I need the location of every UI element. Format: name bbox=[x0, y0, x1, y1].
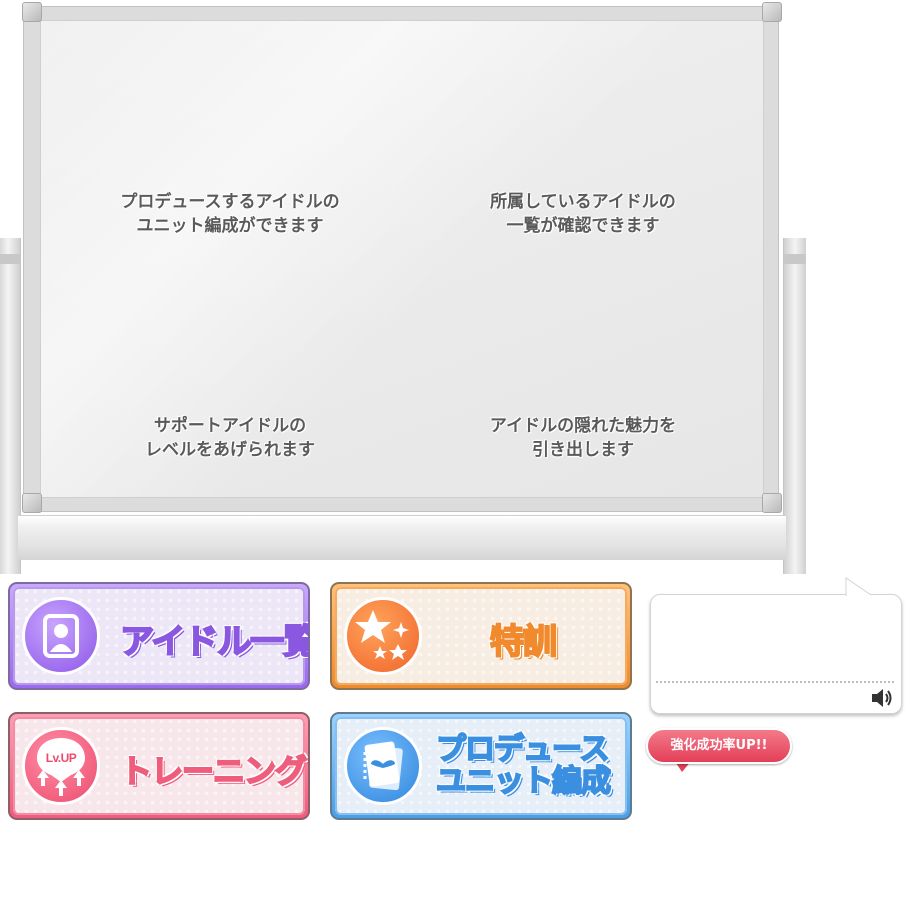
speech-bubble-divider bbox=[656, 681, 894, 683]
unit-description: プロデュースするアイドルの ユニット編成ができます bbox=[80, 190, 380, 238]
level-up-icon-text: Lv.UP bbox=[45, 751, 77, 765]
tokkun-label: 特訓 bbox=[489, 621, 558, 663]
idol-list-description-line1: 所属しているアイドルの bbox=[490, 192, 676, 212]
training-icon-circle: Lv.UP bbox=[22, 727, 100, 805]
wing-notebook-icon bbox=[363, 741, 403, 791]
success-rate-up-badge: 強化成功率UP!! bbox=[646, 728, 792, 764]
idol-list-description-line2: 一覧が確認できます bbox=[506, 216, 660, 236]
level-up-icon bbox=[37, 738, 85, 796]
board-corner-top-left bbox=[22, 2, 42, 22]
training-description: サポートアイドルの レベルをあげられます bbox=[80, 414, 380, 462]
idol-list-button[interactable]: アイドル一覧 bbox=[8, 582, 310, 690]
board-corner-bottom-right bbox=[762, 493, 782, 513]
produce-unit-label-line1: プロデュース bbox=[435, 732, 610, 767]
tokkun-description-line1: アイドルの隠れた魅力を bbox=[489, 416, 677, 436]
tokkun-description-line2: 引き出します bbox=[532, 440, 634, 460]
idol-list-label: アイドル一覧 bbox=[119, 621, 310, 663]
tokkun-description: アイドルの隠れた魅力を 引き出します bbox=[433, 414, 733, 462]
portrait-icon bbox=[43, 614, 79, 658]
board-base bbox=[18, 515, 786, 560]
tokkun-icon-circle bbox=[344, 597, 422, 675]
training-button[interactable]: Lv.UP トレーニング bbox=[8, 712, 310, 820]
tokkun-button[interactable]: 特訓 bbox=[330, 582, 632, 690]
speech-bubble bbox=[650, 594, 902, 714]
produce-unit-label-line2: ユニット編成 bbox=[435, 764, 612, 799]
training-description-line2: レベルをあげられます bbox=[145, 440, 315, 460]
training-label: トレーニング bbox=[119, 751, 308, 791]
produce-unit-button[interactable]: プロデュース ユニット編成 bbox=[330, 712, 632, 820]
idol-list-description: 所属しているアイドルの 一覧が確認できます bbox=[433, 190, 733, 238]
produce-unit-icon-circle bbox=[344, 727, 422, 805]
speaker-icon[interactable] bbox=[870, 687, 894, 709]
idol-list-icon-circle bbox=[22, 597, 100, 675]
board-corner-bottom-left bbox=[22, 493, 42, 513]
board-stand-right bbox=[783, 238, 806, 574]
training-description-line1: サポートアイドルの bbox=[153, 416, 307, 436]
board-corner-top-right bbox=[762, 2, 782, 22]
speech-bubble-tail bbox=[845, 577, 872, 596]
stars-icon bbox=[355, 610, 409, 660]
unit-description-line1: プロデュースするアイドルの bbox=[120, 192, 340, 212]
unit-description-line2: ユニット編成ができます bbox=[136, 216, 324, 236]
